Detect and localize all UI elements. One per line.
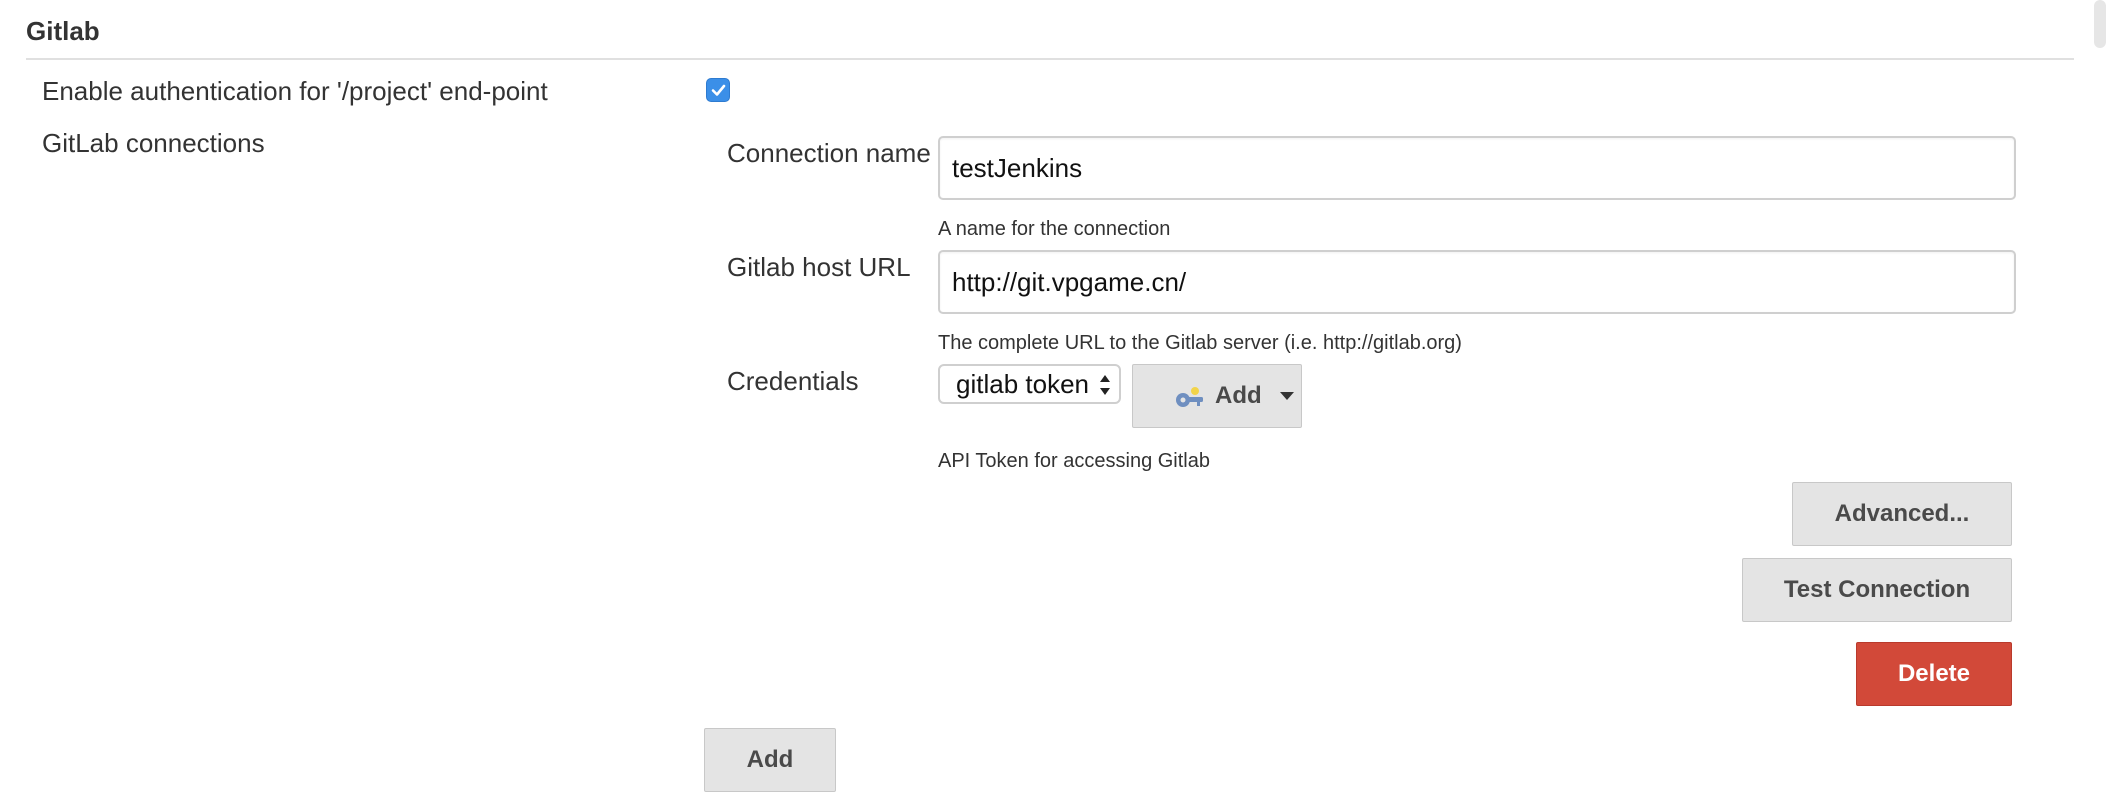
connection-name-input[interactable]: [938, 136, 2016, 200]
credentials-help: API Token for accessing Gitlab: [938, 450, 1210, 472]
credentials-select[interactable]: gitlab token: [938, 364, 1121, 404]
gitlab-config-page: Gitlab Enable authentication for '/proje…: [0, 0, 2108, 804]
host-url-help: The complete URL to the Gitlab server (i…: [938, 332, 1462, 354]
add-credentials-label: Add: [1215, 382, 1262, 409]
key-icon: [1176, 387, 1203, 407]
checkmark-icon: [711, 84, 726, 96]
section-divider: [26, 58, 2074, 60]
connection-name-label: Connection name: [727, 138, 931, 168]
test-connection-button[interactable]: Test Connection: [1742, 558, 2012, 622]
auth-label: Enable authentication for '/project' end…: [42, 76, 548, 106]
delete-button[interactable]: Delete: [1856, 642, 2012, 706]
advanced-button[interactable]: Advanced...: [1792, 482, 2012, 546]
connections-label: GitLab connections: [42, 128, 265, 158]
scrollbar-thumb[interactable]: [2094, 0, 2106, 48]
select-arrows-icon: [1099, 375, 1110, 395]
auth-checkbox[interactable]: [706, 78, 730, 102]
add-credentials-button[interactable]: Add: [1132, 364, 1302, 428]
add-connection-button[interactable]: Add: [704, 728, 836, 792]
host-url-input[interactable]: [938, 250, 2016, 314]
chevron-down-icon: [1279, 392, 1294, 400]
credentials-selected-value: gitlab token: [956, 369, 1089, 399]
section-title: Gitlab: [26, 16, 100, 46]
host-url-label: Gitlab host URL: [727, 252, 911, 282]
connection-name-help: A name for the connection: [938, 218, 1171, 240]
credentials-label: Credentials: [727, 366, 859, 396]
